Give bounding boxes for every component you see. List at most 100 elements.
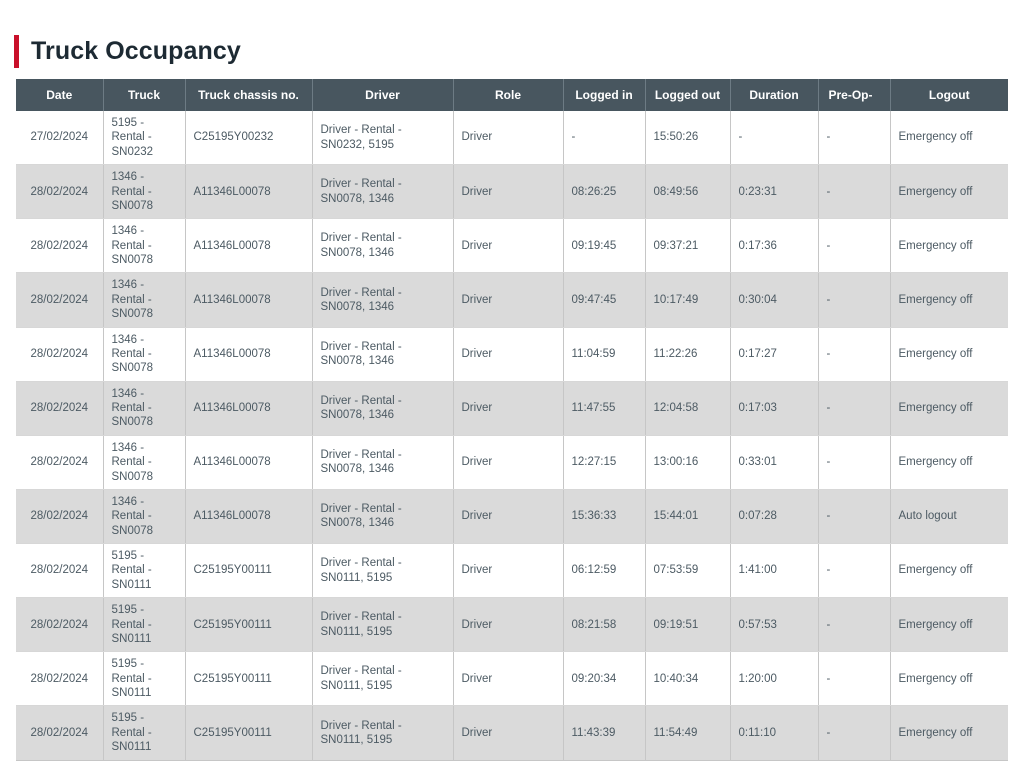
- cell-chassis: A11346L00078: [185, 272, 313, 328]
- table-header-row: Date Truck Truck chassis no. Driver Role…: [16, 79, 1008, 111]
- cell-date: 28/02/2024: [16, 272, 104, 328]
- column-header-truck[interactable]: Truck: [103, 79, 186, 111]
- cell-duration: 0:23:31: [730, 164, 819, 220]
- cell-logged-in: 11:47:55: [563, 381, 646, 436]
- cell-date: 28/02/2024: [16, 381, 104, 436]
- cell-logout-reason: Emergency off: [890, 327, 1008, 382]
- cell-driver: Driver - Rental - SN0111, 5195: [312, 651, 454, 707]
- cell-truck: 5195 - Rental - SN0232: [103, 111, 186, 166]
- cell-chassis: A11346L00078: [185, 218, 313, 274]
- cell-truck: 5195 - Rental - SN0111: [103, 597, 186, 653]
- column-header-logged-out[interactable]: Logged out: [645, 79, 731, 111]
- cell-date: 27/02/2024: [16, 111, 104, 166]
- page-header: Truck Occupancy: [14, 33, 1024, 69]
- column-header-chassis[interactable]: Truck chassis no.: [185, 79, 313, 111]
- cell-pre-op: -: [818, 381, 891, 436]
- cell-logged-out: 10:17:49: [645, 272, 731, 328]
- table-row[interactable]: 28/02/2024 5195 - Rental - SN0111 C25195Y0…: [16, 705, 1008, 761]
- cell-logged-out: 11:54:49: [645, 705, 731, 761]
- cell-date: 28/02/2024: [16, 164, 104, 220]
- column-header-date[interactable]: Date: [16, 79, 104, 111]
- cell-logged-in: 06:12:59: [563, 543, 646, 599]
- table-row[interactable]: 28/02/2024 1346 - Rental - SN0078 A11346L0…: [16, 272, 1008, 328]
- table-row[interactable]: 28/02/2024 1346 - Rental - SN0078 A11346L0…: [16, 435, 1008, 490]
- cell-logged-in: 09:19:45: [563, 218, 646, 274]
- cell-logged-out: 07:53:59: [645, 543, 731, 599]
- cell-role: Driver: [453, 111, 564, 166]
- cell-role: Driver: [453, 597, 564, 653]
- cell-chassis: C25195Y00232: [185, 111, 313, 166]
- column-header-driver[interactable]: Driver: [312, 79, 454, 111]
- cell-duration: 0:57:53: [730, 597, 819, 653]
- cell-logged-in: -: [563, 111, 646, 166]
- column-header-logout[interactable]: Logout: [890, 79, 1008, 111]
- cell-logged-in: 08:26:25: [563, 164, 646, 220]
- cell-duration: -: [730, 111, 819, 166]
- cell-pre-op: -: [818, 327, 891, 382]
- table-row[interactable]: 28/02/2024 1346 - Rental - SN0078 A11346L0…: [16, 381, 1008, 436]
- cell-duration: 1:20:00: [730, 651, 819, 707]
- cell-truck: 5195 - Rental - SN0111: [103, 651, 186, 707]
- cell-chassis: A11346L00078: [185, 435, 313, 490]
- page-title: Truck Occupancy: [31, 36, 241, 65]
- cell-pre-op: -: [818, 597, 891, 653]
- cell-logout-reason: Emergency off: [890, 651, 1008, 707]
- table-header: Date Truck Truck chassis no. Driver Role…: [16, 79, 1008, 111]
- cell-date: 28/02/2024: [16, 597, 104, 653]
- column-header-pre-op[interactable]: Pre-Op-: [818, 79, 891, 111]
- cell-driver: Driver - Rental - SN0232, 5195: [312, 111, 454, 166]
- cell-pre-op: -: [818, 489, 891, 545]
- cell-driver: Driver - Rental - SN0078, 1346: [312, 164, 454, 220]
- cell-driver: Driver - Rental - SN0078, 1346: [312, 272, 454, 328]
- truck-occupancy-table-wrapper: Date Truck Truck chassis no. Driver Role…: [16, 79, 1008, 761]
- cell-truck: 1346 - Rental - SN0078: [103, 272, 186, 328]
- cell-pre-op: -: [818, 435, 891, 490]
- cell-driver: Driver - Rental - SN0111, 5195: [312, 597, 454, 653]
- cell-logged-out: 12:04:58: [645, 381, 731, 436]
- cell-logged-in: 08:21:58: [563, 597, 646, 653]
- cell-truck: 1346 - Rental - SN0078: [103, 327, 186, 382]
- cell-date: 28/02/2024: [16, 327, 104, 382]
- cell-role: Driver: [453, 272, 564, 328]
- cell-truck: 1346 - Rental - SN0078: [103, 489, 186, 545]
- cell-truck: 1346 - Rental - SN0078: [103, 218, 186, 274]
- table-row[interactable]: 28/02/2024 1346 - Rental - SN0078 A11346L0…: [16, 327, 1008, 382]
- table-row[interactable]: 28/02/2024 5195 - Rental - SN0111 C25195Y0…: [16, 543, 1008, 599]
- cell-pre-op: -: [818, 651, 891, 707]
- cell-role: Driver: [453, 705, 564, 761]
- column-header-role[interactable]: Role: [453, 79, 564, 111]
- cell-logged-out: 08:49:56: [645, 164, 731, 220]
- cell-truck: 1346 - Rental - SN0078: [103, 164, 186, 220]
- cell-driver: Driver - Rental - SN0078, 1346: [312, 218, 454, 274]
- cell-date: 28/02/2024: [16, 489, 104, 545]
- cell-truck: 5195 - Rental - SN0111: [103, 705, 186, 761]
- table-row[interactable]: 28/02/2024 5195 - Rental - SN0111 C25195Y0…: [16, 597, 1008, 653]
- cell-driver: Driver - Rental - SN0078, 1346: [312, 489, 454, 545]
- cell-date: 28/02/2024: [16, 435, 104, 490]
- cell-logout-reason: Auto logout: [890, 489, 1008, 545]
- cell-logout-reason: Emergency off: [890, 543, 1008, 599]
- cell-logged-out: 10:40:34: [645, 651, 731, 707]
- cell-date: 28/02/2024: [16, 218, 104, 274]
- column-header-logged-in[interactable]: Logged in: [563, 79, 646, 111]
- cell-logged-in: 11:43:39: [563, 705, 646, 761]
- cell-logout-reason: Emergency off: [890, 597, 1008, 653]
- table-row[interactable]: 28/02/2024 5195 - Rental - SN0111 C25195Y0…: [16, 651, 1008, 707]
- table-row[interactable]: 28/02/2024 1346 - Rental - SN0078 A11346L0…: [16, 164, 1008, 220]
- title-accent-bar: [14, 34, 19, 68]
- table-row[interactable]: 27/02/2024 5195 - Rental - SN0232 C25195Y0…: [16, 111, 1008, 166]
- cell-role: Driver: [453, 327, 564, 382]
- table-row[interactable]: 28/02/2024 1346 - Rental - SN0078 A11346L0…: [16, 218, 1008, 274]
- cell-duration: 0:17:03: [730, 381, 819, 436]
- cell-logged-out: 15:50:26: [645, 111, 731, 166]
- cell-logged-in: 11:04:59: [563, 327, 646, 382]
- cell-role: Driver: [453, 435, 564, 490]
- column-header-duration[interactable]: Duration: [730, 79, 819, 111]
- cell-truck: 5195 - Rental - SN0111: [103, 543, 186, 599]
- cell-logged-in: 09:20:34: [563, 651, 646, 707]
- cell-logged-out: 15:44:01: [645, 489, 731, 545]
- cell-duration: 0:17:27: [730, 327, 819, 382]
- table-row[interactable]: 28/02/2024 1346 - Rental - SN0078 A11346L0…: [16, 489, 1008, 545]
- cell-chassis: C25195Y00111: [185, 651, 313, 707]
- cell-pre-op: -: [818, 164, 891, 220]
